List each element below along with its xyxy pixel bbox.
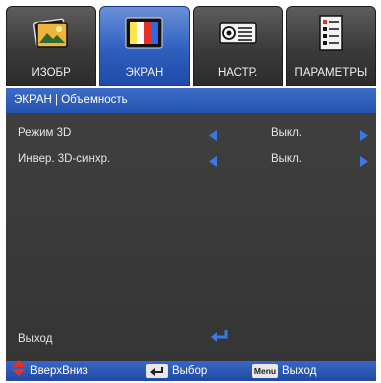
image-icon xyxy=(31,13,71,53)
arrow-left-icon[interactable] xyxy=(209,154,217,174)
menu-header: ЭКРАН | Объемность xyxy=(6,88,376,113)
checklist-icon xyxy=(311,13,351,53)
settings-panel: Режим 3D Выкл. Инвер. 3D-синхр. Выкл. Вы… xyxy=(6,113,376,361)
projector-icon xyxy=(218,13,258,53)
tab-display-label: ЭКРАН xyxy=(125,67,164,79)
arrow-right-icon[interactable] xyxy=(360,154,368,174)
setting-value: Выкл. xyxy=(271,127,303,139)
tab-setup[interactable]: НАСТР. xyxy=(192,6,283,86)
setting-row-3d-mode[interactable]: Режим 3D Выкл. xyxy=(6,123,376,143)
setting-value: Выкл. xyxy=(271,153,303,165)
setting-row-3d-sync-invert[interactable]: Инвер. 3D-синхр. Выкл. xyxy=(6,149,376,169)
footer-select-label: Выбор xyxy=(172,365,208,377)
footer-updown-label: ВверхВниз xyxy=(30,365,88,377)
footer-select: Выбор xyxy=(146,361,207,381)
tab-options-label: ПАРАМЕТРЫ xyxy=(294,67,368,79)
tab-setup-label: НАСТР. xyxy=(217,67,258,79)
footer-updown: ВверхВниз xyxy=(12,359,88,383)
tab-options[interactable]: ПАРАМЕТРЫ xyxy=(285,6,376,86)
arrow-right-icon[interactable] xyxy=(360,128,368,148)
setting-label: Инвер. 3D-синхр. xyxy=(18,153,111,165)
enter-icon[interactable] xyxy=(211,329,229,348)
footer-exit: Menu Выход xyxy=(252,361,316,381)
arrow-left-icon[interactable] xyxy=(209,128,217,148)
setting-label: Режим 3D xyxy=(18,127,72,139)
tab-image[interactable]: ИЗОБР xyxy=(6,6,97,86)
exit-item[interactable]: Выход xyxy=(18,333,52,345)
tab-display[interactable]: ЭКРАН xyxy=(99,6,190,86)
enter-key-icon xyxy=(146,364,168,378)
tab-bar: ИЗОБР ЭКРАН НАСТР. ПАРАМЕТРЫ xyxy=(6,6,376,86)
footer-bar: ВверхВниз Выбор Menu Выход xyxy=(6,359,376,383)
menu-key-icon: Menu xyxy=(252,364,278,378)
osd-menu: ИЗОБР ЭКРАН НАСТР. ПАРАМЕТРЫ ЭКРАН | Объ… xyxy=(0,0,381,381)
tab-image-label: ИЗОБР xyxy=(31,67,71,79)
footer-exit-label: Выход xyxy=(282,365,317,377)
updown-icon xyxy=(12,359,26,383)
display-icon xyxy=(124,13,164,53)
